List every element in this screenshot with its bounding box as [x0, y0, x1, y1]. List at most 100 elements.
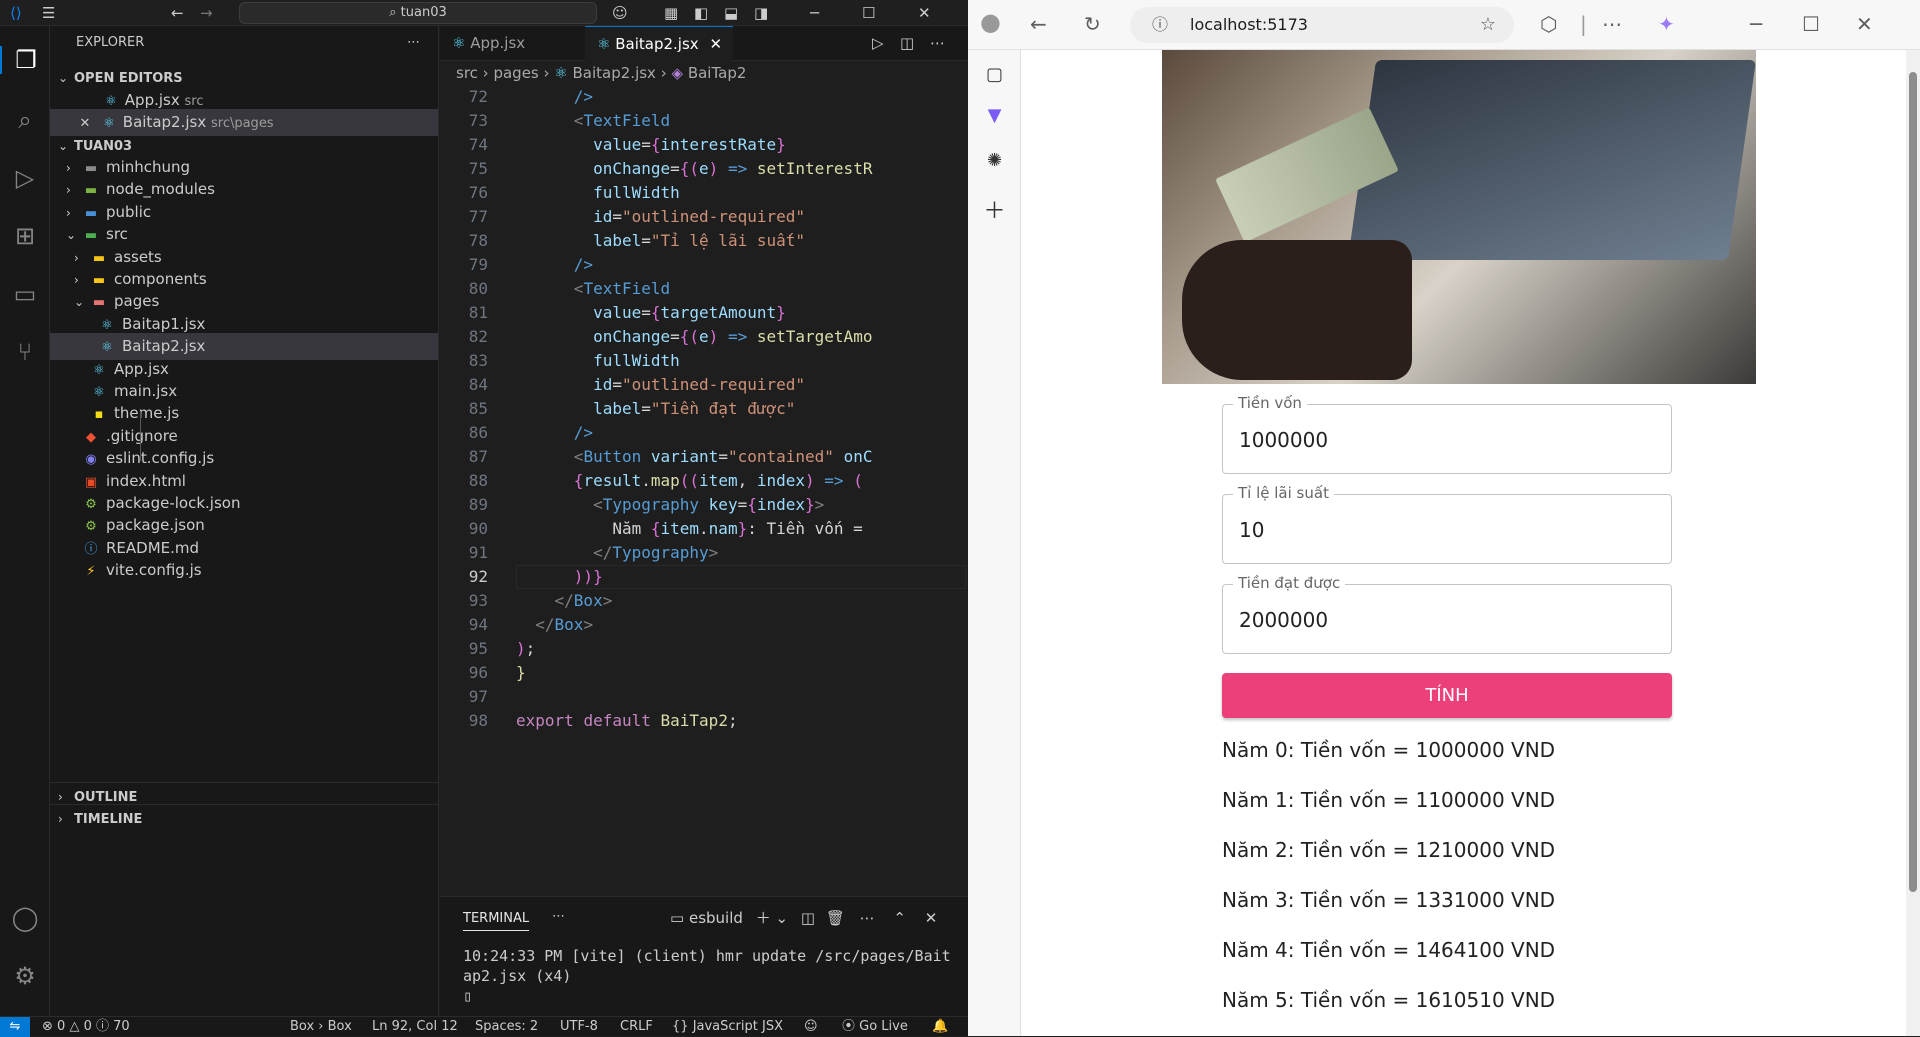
- line-number: 94: [468, 615, 488, 634]
- field-value[interactable]: 1000000: [1239, 428, 1328, 452]
- tree-item-label: theme.js: [114, 404, 180, 423]
- copilot-status-icon[interactable]: ☺: [804, 1017, 818, 1037]
- tree-item[interactable]: ⚡ vite.config.js: [50, 557, 438, 584]
- extensions-icon[interactable]: ⬡: [1540, 12, 1557, 36]
- layout-icon[interactable]: ▦: [664, 4, 678, 22]
- page-scrollbar[interactable]: [1906, 50, 1920, 1036]
- terminal-line: 10:24:33 PM [vite] (client) hmr update /…: [463, 947, 951, 965]
- minimize-icon[interactable]: ─: [810, 4, 819, 22]
- terminal-cursor: ▯: [463, 987, 473, 1005]
- close-icon[interactable]: ✕: [1856, 12, 1873, 36]
- go-live-button[interactable]: ⦿ Go Live: [842, 1017, 908, 1037]
- breadcrumb-item[interactable]: BaiTap2: [688, 64, 747, 82]
- secondary-sidebar-icon[interactable]: ◨: [754, 4, 768, 22]
- command-search[interactable]: ⌕ tuan03: [239, 2, 597, 24]
- copilot-icon[interactable]: ☺: [612, 4, 628, 22]
- editor-tabs: ⚛ App.jsx ⚛ Baitap2.jsx ✕ ▷ ◫ ⋯: [440, 26, 968, 61]
- extensions-icon[interactable]: ⊞: [0, 222, 50, 250]
- code-line: onChange={(e) => setInterestR: [593, 159, 873, 178]
- divider: |: [1580, 12, 1587, 36]
- back-arrow-icon[interactable]: ←: [171, 4, 184, 22]
- open-editor-name: Baitap2.jsx: [122, 113, 207, 131]
- maximize-icon[interactable]: ☐: [1802, 12, 1820, 36]
- close-tab-icon[interactable]: ✕: [709, 35, 722, 53]
- sidebar-toggle-icon[interactable]: ◧: [694, 4, 708, 22]
- more-actions-icon[interactable]: ⋯: [930, 34, 945, 52]
- maximize-panel-icon[interactable]: ⌃: [893, 909, 906, 927]
- more-menu-icon[interactable]: ⋯: [1602, 12, 1622, 36]
- vite-tab-icon[interactable]: ▼: [968, 105, 1021, 126]
- language-mode[interactable]: {} JavaScript JSX: [672, 1017, 783, 1037]
- chatgpt-tab-icon[interactable]: ✺: [968, 150, 1021, 171]
- add-terminal-icon[interactable]: ＋: [756, 909, 771, 927]
- source-control-icon[interactable]: ⑂: [0, 338, 50, 366]
- forward-arrow-icon[interactable]: →: [200, 4, 213, 22]
- explorer-icon[interactable]: ❐: [0, 46, 50, 74]
- panel-toggle-icon[interactable]: ⬓: [724, 4, 738, 22]
- run-icon[interactable]: ▷: [872, 34, 884, 52]
- minimize-icon[interactable]: ─: [1750, 12, 1762, 36]
- vscode-logo-icon: ⟨⟩: [10, 4, 22, 22]
- remote-explorer-icon[interactable]: ▭: [0, 280, 50, 308]
- back-arrow-icon[interactable]: ←: [1030, 12, 1047, 36]
- line-number: 90: [468, 519, 488, 538]
- split-editor-icon[interactable]: ◫: [900, 34, 914, 52]
- timeline-section[interactable]: › TIMELINE: [50, 804, 438, 831]
- encoding[interactable]: UTF-8: [560, 1017, 598, 1037]
- copilot-icon[interactable]: ✦: [1658, 12, 1675, 36]
- terminal-actions: ▭ esbuild ＋ ⌄ ◫ 🗑 ⋯ ⌃ ✕: [670, 907, 937, 928]
- more-actions-icon[interactable]: ⋯: [407, 26, 420, 60]
- close-panel-icon[interactable]: ✕: [925, 909, 938, 927]
- end-of-line[interactable]: CRLF: [620, 1017, 653, 1037]
- breadcrumb-item[interactable]: src: [456, 64, 478, 82]
- tab-app-jsx[interactable]: ⚛ App.jsx: [440, 26, 584, 61]
- chevron-down-icon[interactable]: ⌄: [775, 909, 788, 927]
- tree-item-label: index.html: [106, 471, 186, 490]
- new-tab-icon[interactable]: ＋: [968, 193, 1021, 225]
- tab-actions-icon[interactable]: ▢: [968, 64, 1021, 85]
- info-icon[interactable]: ⓘ: [1152, 7, 1168, 43]
- split-terminal-icon[interactable]: ◫: [801, 909, 815, 927]
- search-icon[interactable]: ⌕: [0, 106, 50, 134]
- line-number: 80: [468, 279, 488, 298]
- menu-icon[interactable]: ☰: [42, 4, 55, 22]
- profile-avatar-icon[interactable]: ●: [980, 8, 1001, 36]
- tab-terminal[interactable]: TERMINAL: [463, 911, 530, 931]
- more-actions-icon[interactable]: ⋯: [860, 909, 875, 927]
- settings-gear-icon[interactable]: ⚙: [0, 962, 50, 990]
- refresh-icon[interactable]: ↻: [1084, 12, 1101, 36]
- account-icon[interactable]: ◯: [0, 904, 50, 932]
- field-label: Tiền đạt được: [1233, 574, 1346, 592]
- breadcrumb-item[interactable]: pages: [493, 64, 538, 82]
- tree-item-label: public: [106, 202, 152, 221]
- scrollbar-thumb[interactable]: [1909, 72, 1917, 892]
- terminal-shell-name[interactable]: esbuild: [689, 909, 743, 927]
- more-actions-icon[interactable]: ⋯: [552, 909, 565, 924]
- field-value[interactable]: 10: [1239, 518, 1264, 542]
- vite-icon: ⚡: [86, 564, 96, 580]
- target-amount-field[interactable]: Tiền đạt được 2000000: [1222, 574, 1672, 654]
- field-value[interactable]: 2000000: [1239, 608, 1328, 632]
- tab-baitap2-jsx[interactable]: ⚛ Baitap2.jsx ✕: [585, 26, 733, 61]
- code-editor[interactable]: 72 73 74 75 76 77 78 79 80 81 82 83 84 85 86 87 88 89 90 91…: [440, 85, 1083, 984]
- indentation[interactable]: Spaces: 2: [475, 1017, 538, 1037]
- favorite-star-icon[interactable]: ☆: [1480, 7, 1496, 43]
- explorer-title: EXPLORER: [76, 35, 145, 50]
- problems-indicator[interactable]: ⊗ 0 △ 0 ⓘ 70: [42, 1017, 130, 1037]
- breadcrumb-item[interactable]: Baitap2.jsx: [573, 64, 656, 82]
- tree-item-label: eslint.config.js: [106, 449, 215, 468]
- trash-icon[interactable]: 🗑: [826, 909, 845, 927]
- run-debug-icon[interactable]: ▷: [0, 164, 50, 192]
- bell-icon[interactable]: 🔔: [932, 1017, 948, 1037]
- code-line: <TextField: [573, 111, 671, 130]
- remote-icon[interactable]: ⇋: [0, 1017, 30, 1037]
- capital-field[interactable]: Tiền vốn 1000000: [1222, 394, 1672, 474]
- maximize-icon[interactable]: ☐: [862, 4, 875, 22]
- address-bar[interactable]: ⓘ localhost:5173 ☆: [1130, 7, 1514, 43]
- close-icon[interactable]: ✕: [918, 4, 931, 22]
- cursor-position[interactable]: Ln 92, Col 12: [372, 1017, 458, 1037]
- interest-rate-field[interactable]: Tỉ lệ lãi suất 10: [1222, 484, 1672, 564]
- calculate-button[interactable]: TÍNH: [1222, 673, 1672, 718]
- status-breadcrumb[interactable]: Box › Box: [290, 1017, 352, 1037]
- tree-item-label: main.jsx: [114, 382, 178, 400]
